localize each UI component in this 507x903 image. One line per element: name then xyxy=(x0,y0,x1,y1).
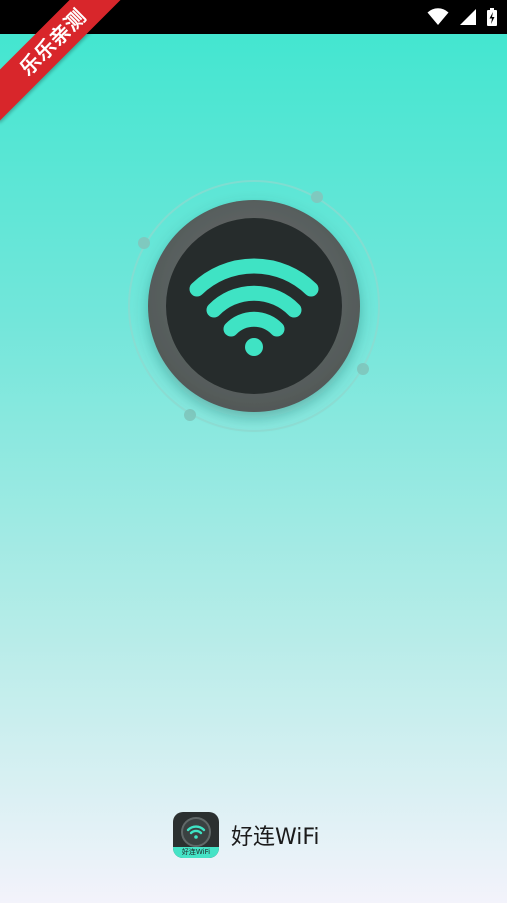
wifi-icon xyxy=(427,8,449,25)
brand-footer: 好连WiFi 好连WiFi xyxy=(173,811,320,859)
logo-disc xyxy=(166,218,342,394)
ribbon-label: 乐乐亲测 xyxy=(0,0,130,122)
cell-signal-icon xyxy=(460,9,476,25)
app-icon-label: 好连WiFi xyxy=(173,847,219,858)
app-name: 好连WiFi xyxy=(231,825,320,850)
orbit-dot xyxy=(138,237,150,249)
orbit-dot xyxy=(311,191,323,203)
app-icon-wifi-icon xyxy=(181,817,211,847)
wifi-dot xyxy=(245,338,263,356)
orbit-dot xyxy=(184,409,196,421)
wifi-logo xyxy=(127,179,381,433)
corner-ribbon: 乐乐亲测 xyxy=(0,0,130,130)
orbit-dot xyxy=(357,363,369,375)
status-icons xyxy=(427,7,497,27)
battery-charging-icon xyxy=(487,8,497,26)
app-icon: 好连WiFi xyxy=(173,812,219,858)
